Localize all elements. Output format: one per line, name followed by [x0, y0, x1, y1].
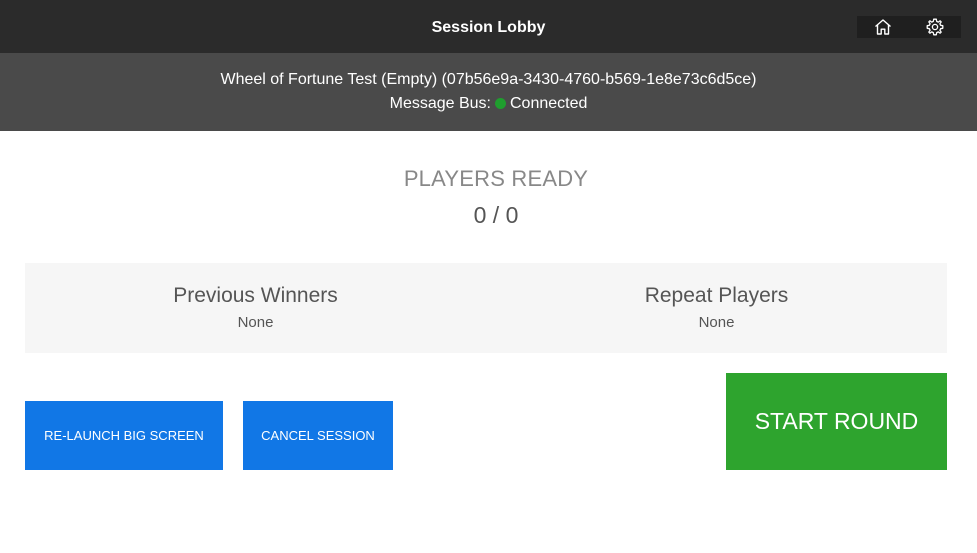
- cancel-session-button[interactable]: CANCEL SESSION: [243, 401, 393, 470]
- start-round-button[interactable]: START ROUND: [726, 373, 947, 470]
- players-ready-label: PLAYERS READY: [403, 166, 589, 191]
- relaunch-big-screen-button[interactable]: RE-LAUNCH BIG SCREEN: [25, 401, 223, 470]
- repeat-players-value: None: [698, 314, 735, 331]
- session-lobby-app: Session Lobby Wheel of Fortune Test (Emp…: [0, 0, 977, 553]
- header-actions: [857, 16, 961, 38]
- page-title: Session Lobby: [431, 19, 546, 36]
- previous-winners: Previous Winners None: [25, 263, 486, 331]
- session-info-bar: Wheel of Fortune Test (Empty) (07b56e9a-…: [0, 53, 977, 131]
- message-bus-status: Message Bus: Connected: [0, 94, 977, 114]
- top-bar: Session Lobby: [0, 0, 977, 53]
- previous-winners-title: Previous Winners: [173, 284, 338, 307]
- players-ready-count: 0 / 0: [473, 202, 519, 228]
- repeat-players: Repeat Players None: [486, 263, 947, 331]
- home-icon[interactable]: [871, 16, 895, 38]
- stats-panel: Previous Winners None Repeat Players Non…: [25, 263, 947, 353]
- previous-winners-value: None: [237, 314, 274, 331]
- message-bus-label: Message Bus:: [389, 95, 491, 112]
- status-dot-icon: [495, 98, 506, 109]
- gear-icon[interactable]: [923, 16, 947, 38]
- message-bus-status-text: Connected: [510, 95, 588, 112]
- repeat-players-title: Repeat Players: [644, 284, 789, 307]
- session-title: Wheel of Fortune Test (Empty) (07b56e9a-…: [220, 71, 757, 88]
